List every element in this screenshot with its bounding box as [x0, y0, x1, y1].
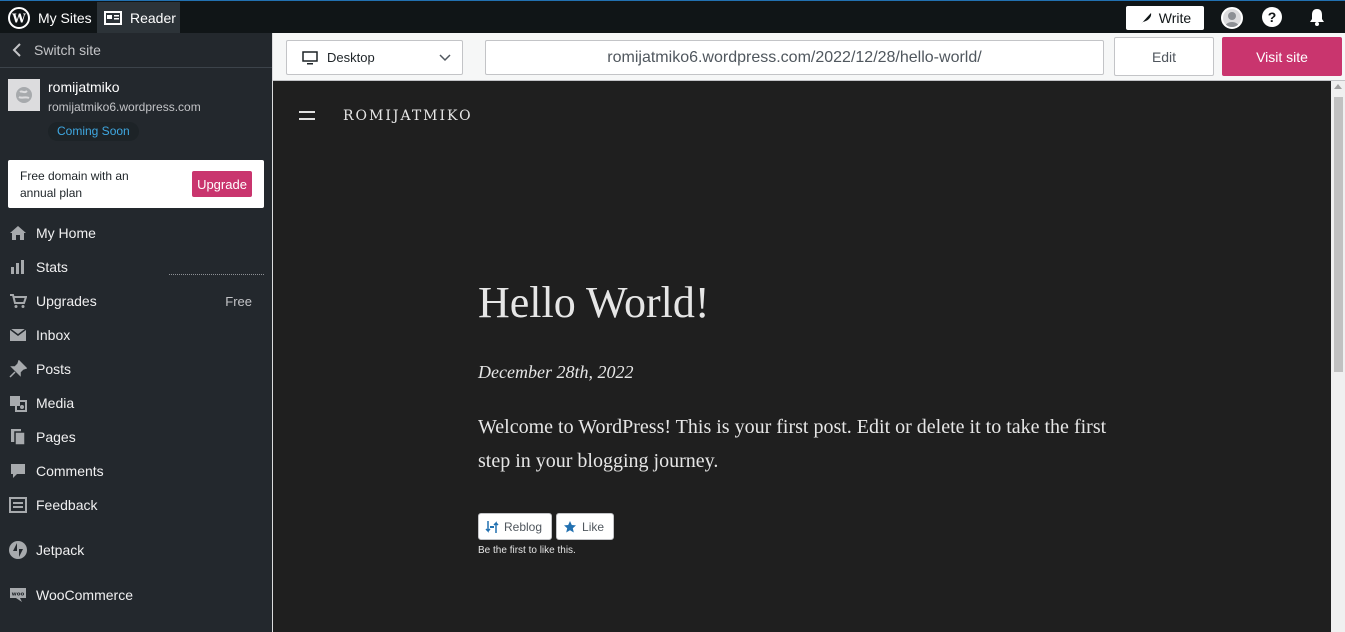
site-globe-icon: [8, 79, 40, 111]
home-icon: [8, 223, 28, 243]
my-sites-label: My Sites: [38, 9, 92, 26]
sidebar: Switch site romijatmiko romijatmiko6.wor…: [0, 33, 272, 632]
post-title: Hello World!: [478, 278, 710, 327]
write-label: Write: [1158, 10, 1192, 26]
upgrade-button[interactable]: Upgrade: [192, 171, 252, 197]
sidebar-item-label: Posts: [36, 361, 72, 377]
status-badge: Coming Soon: [48, 122, 139, 141]
comment-icon: [8, 461, 28, 481]
svg-text:woo: woo: [12, 592, 25, 598]
visit-site-button[interactable]: Visit site: [1222, 37, 1342, 76]
reader-button[interactable]: Reader: [97, 2, 180, 33]
feedback-icon: [8, 495, 28, 515]
my-sites-button[interactable]: W My Sites: [8, 2, 92, 33]
scroll-thumb[interactable]: [1334, 97, 1343, 372]
desktop-icon: [302, 50, 318, 64]
sidebar-item-comments[interactable]: Comments: [0, 454, 272, 488]
device-select-label: Desktop: [327, 50, 375, 65]
sidebar-item-label: WooCommerce: [36, 587, 133, 603]
user-avatar[interactable]: [1221, 7, 1243, 29]
site-card[interactable]: romijatmiko romijatmiko6.wordpress.com C…: [0, 69, 272, 151]
sidebar-item-pages[interactable]: Pages: [0, 420, 272, 454]
wordpress-logo-icon: W: [8, 6, 30, 29]
write-button[interactable]: Write: [1126, 6, 1204, 30]
preview-toolbar: Desktop romijatmiko6.wordpress.com/2022/…: [272, 33, 1345, 81]
sidebar-nav: My Home Stats Upgrades Free Inbox Posts …: [0, 216, 272, 612]
like-button[interactable]: Like: [556, 513, 615, 540]
switch-site-button[interactable]: Switch site: [0, 33, 272, 68]
first-like-text: Be the first to like this.: [478, 545, 576, 556]
sidebar-item-label: Pages: [36, 429, 76, 445]
stats-icon: [8, 257, 28, 277]
mail-icon: [8, 325, 28, 345]
device-select[interactable]: Desktop: [286, 40, 463, 75]
edit-button[interactable]: Edit: [1114, 37, 1214, 76]
domain-upsell-card: Free domain with an annual plan Upgrade: [8, 160, 264, 208]
chevron-down-icon: [439, 54, 451, 62]
sidebar-item-label: Media: [36, 395, 75, 411]
site-url: romijatmiko6.wordpress.com: [48, 100, 201, 114]
woo-icon: woo: [8, 585, 28, 605]
svg-text:W: W: [11, 11, 26, 25]
sidebar-item-label: Feedback: [36, 497, 98, 513]
sidebar-item-label: Comments: [36, 463, 104, 479]
menu-hamburger-icon[interactable]: [299, 111, 315, 123]
share-row: Reblog Like: [478, 513, 618, 540]
scroll-up-icon[interactable]: [1334, 84, 1342, 89]
chevron-left-icon: [12, 43, 21, 57]
reblog-icon: [485, 520, 499, 533]
sidebar-item-media[interactable]: Media: [0, 386, 272, 420]
jetpack-icon: [8, 540, 28, 560]
sidebar-item-inbox[interactable]: Inbox: [0, 318, 272, 352]
upgrades-badge: Free: [225, 293, 252, 309]
sidebar-item-posts[interactable]: Posts: [0, 352, 272, 386]
sidebar-item-label: Jetpack: [36, 542, 85, 558]
reblog-button[interactable]: Reblog: [478, 513, 553, 540]
sidebar-item-label: My Home: [36, 225, 96, 241]
avatar-icon: [1225, 12, 1239, 27]
masterbar: W My Sites Reader Write ?: [0, 0, 1345, 33]
media-icon: [8, 393, 28, 413]
like-label: Like: [582, 519, 605, 534]
reader-icon: [104, 10, 122, 25]
reblog-label: Reblog: [504, 519, 543, 534]
pin-icon: [8, 359, 28, 379]
sidebar-item-feedback[interactable]: Feedback: [0, 488, 272, 522]
site-name: romijatmiko: [48, 79, 120, 95]
sidebar-item-label: Stats: [36, 259, 68, 275]
star-icon: [564, 520, 577, 532]
site-preview: ROMIJATMIKO Hello World! December 28th, …: [272, 81, 1331, 632]
sidebar-item-woocommerce[interactable]: woo WooCommerce: [0, 578, 272, 612]
upsell-text: Free domain with an annual plan: [20, 169, 129, 200]
sidebar-item-upgrades[interactable]: Upgrades Free: [0, 284, 272, 318]
preview-site-title[interactable]: ROMIJATMIKO: [343, 108, 473, 124]
cart-icon: [8, 291, 28, 311]
switch-site-label: Switch site: [34, 42, 101, 58]
sidebar-item-stats[interactable]: Stats: [0, 250, 272, 284]
help-icon[interactable]: ?: [1262, 7, 1282, 27]
feather-icon: [1140, 13, 1151, 24]
sidebar-item-my-home[interactable]: My Home: [0, 216, 272, 250]
post-body: Welcome to WordPress! This is your first…: [478, 416, 1107, 472]
post-date: December 28th, 2022: [478, 362, 634, 382]
preview-url-field[interactable]: romijatmiko6.wordpress.com/2022/12/28/he…: [485, 40, 1104, 75]
notifications-bell-icon[interactable]: [1307, 7, 1327, 27]
sidebar-item-label: Inbox: [36, 327, 71, 343]
sidebar-item-label: Upgrades: [36, 293, 97, 309]
pages-icon: [8, 427, 28, 447]
preview-scrollbar[interactable]: [1331, 81, 1345, 632]
reader-label: Reader: [130, 9, 176, 26]
sidebar-item-jetpack[interactable]: Jetpack: [0, 533, 272, 567]
